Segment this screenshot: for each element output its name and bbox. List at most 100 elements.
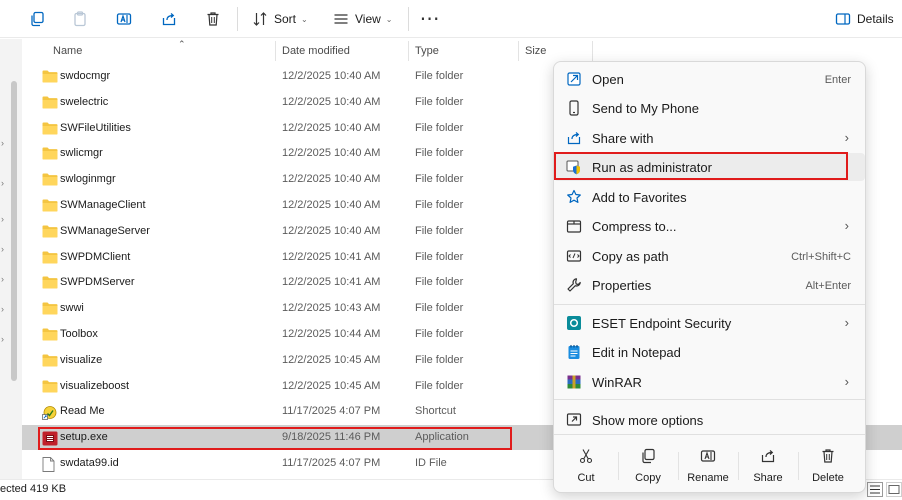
column-divider[interactable] xyxy=(592,41,593,61)
paste-icon[interactable] xyxy=(70,7,90,31)
column-size[interactable]: Size xyxy=(525,45,546,57)
notepad-icon xyxy=(566,344,582,360)
column-header: ⌃ Name Date modified Type Size xyxy=(22,39,902,63)
column-divider[interactable] xyxy=(275,41,276,61)
file-date: 12/2/2025 10:41 AM xyxy=(282,250,381,263)
share-with-icon xyxy=(566,130,582,146)
sort-ascending-icon: ⌃ xyxy=(178,39,186,49)
file-date: 11/17/2025 4:07 PM xyxy=(282,457,381,469)
column-divider[interactable] xyxy=(518,41,519,61)
tiles-view-icon[interactable] xyxy=(886,482,902,497)
file-type: File folder xyxy=(415,95,464,108)
chevron-right-icon: › xyxy=(844,130,849,145)
details-button[interactable]: Details xyxy=(835,7,895,31)
zip-icon xyxy=(566,218,582,234)
file-date: 12/2/2025 10:44 AM xyxy=(282,328,381,340)
folder-icon xyxy=(42,122,58,135)
file-type: File folder xyxy=(415,147,464,160)
file-name: swdata99.id xyxy=(60,457,119,469)
menu-separator xyxy=(554,304,865,305)
menu-item-label: Share with xyxy=(592,131,654,146)
menu-item-shortcut: Enter xyxy=(824,74,851,86)
folder-icon xyxy=(42,276,58,289)
chevron-down-icon: ⌄ xyxy=(301,14,308,24)
more-icon[interactable]: ⋯ xyxy=(418,7,442,31)
details-view-icon[interactable] xyxy=(867,482,883,497)
rename-button[interactable]: Rename xyxy=(678,442,738,490)
shortcut-icon xyxy=(42,405,58,421)
file-date: 12/2/2025 10:40 AM xyxy=(282,147,381,160)
delete-button[interactable]: Delete xyxy=(798,442,858,490)
menu-item-edit-in-notepad[interactable]: Edit in Notepad xyxy=(554,338,865,366)
eset-icon xyxy=(566,315,582,331)
menu-item-copy-as-path[interactable]: Copy as path Ctrl+Shift+C xyxy=(554,242,865,270)
share-icon[interactable] xyxy=(159,7,179,31)
menu-item-shortcut: Alt+Enter xyxy=(805,280,851,292)
chevron-right-icon[interactable]: › xyxy=(1,214,4,224)
menu-item-open[interactable]: Open Enter xyxy=(554,65,865,93)
more-options-icon xyxy=(566,412,582,428)
menu-item-label: Copy as path xyxy=(592,249,669,264)
nav-scrollbar[interactable] xyxy=(11,81,17,381)
menu-separator xyxy=(554,399,865,400)
file-name: swdocmgr xyxy=(60,70,111,82)
share-button[interactable]: Share xyxy=(738,442,798,490)
file-type: File folder xyxy=(415,302,464,315)
menu-item-compress-to[interactable]: Compress to... › xyxy=(554,212,865,240)
sort-button[interactable]: Sort ⌄ xyxy=(252,7,312,31)
file-type: File folder xyxy=(415,353,464,366)
file-name: visualizeboost xyxy=(60,379,130,392)
column-date[interactable]: Date modified xyxy=(282,45,350,57)
file-name: SWPDMServer xyxy=(60,276,135,289)
details-label: Details xyxy=(857,12,894,26)
copy-icon[interactable] xyxy=(27,7,47,31)
chevron-right-icon[interactable]: › xyxy=(1,304,4,314)
file-name: swlicmgr xyxy=(60,147,103,160)
column-type[interactable]: Type xyxy=(415,45,439,57)
status-text: ected 419 KB xyxy=(0,483,67,495)
menu-item-properties[interactable]: Properties Alt+Enter xyxy=(554,271,865,299)
file-type: File folder xyxy=(415,199,464,211)
chevron-right-icon[interactable]: › xyxy=(1,334,4,344)
quick-action-label: Share xyxy=(753,472,783,484)
menu-item-share-with[interactable]: Share with › xyxy=(554,124,865,152)
setup-highlight-box xyxy=(38,427,512,450)
file-type: File folder xyxy=(415,328,464,340)
rename-icon[interactable] xyxy=(114,7,134,31)
chevron-right-icon[interactable]: › xyxy=(1,178,4,188)
menu-item-label: Open xyxy=(592,72,624,87)
wrench-icon xyxy=(566,277,582,293)
file-type: File folder xyxy=(415,173,464,186)
menu-item-eset-endpoint-security[interactable]: ESET Endpoint Security › xyxy=(554,309,865,337)
chevron-right-icon[interactable]: › xyxy=(1,138,4,148)
menu-item-add-to-favorites[interactable]: Add to Favorites xyxy=(554,183,865,211)
menu-item-label: Properties xyxy=(592,278,652,293)
winrar-icon xyxy=(566,374,582,390)
file-name: swloginmgr xyxy=(60,173,116,186)
menu-item-label: Compress to... xyxy=(592,219,677,234)
file-icon xyxy=(42,457,58,472)
menu-item-winrar[interactable]: WinRAR › xyxy=(554,368,865,396)
file-name: Read Me xyxy=(60,405,105,418)
column-divider[interactable] xyxy=(408,41,409,61)
file-date: 12/2/2025 10:45 AM xyxy=(282,379,381,392)
file-date: 12/2/2025 10:43 AM xyxy=(282,302,381,315)
view-button[interactable]: View ⌄ xyxy=(333,7,399,31)
copy-button[interactable]: Copy xyxy=(618,442,678,490)
delete-icon[interactable] xyxy=(203,7,223,31)
file-date: 12/2/2025 10:40 AM xyxy=(282,121,381,134)
folder-icon xyxy=(42,96,58,109)
menu-item-label: Show more options xyxy=(592,413,704,428)
navigation-pane[interactable]: › › › › › › › xyxy=(0,39,22,479)
file-date: 12/2/2025 10:40 AM xyxy=(282,199,381,211)
chevron-right-icon[interactable]: › xyxy=(1,274,4,284)
column-name[interactable]: Name xyxy=(53,45,82,57)
view-label: View xyxy=(355,12,381,26)
file-type: ID File xyxy=(415,457,447,469)
menu-item-send-to-my-phone[interactable]: Send to My Phone xyxy=(554,94,865,122)
chevron-right-icon[interactable]: › xyxy=(1,244,4,254)
folder-icon xyxy=(42,354,58,367)
menu-item-show-more-options[interactable]: Show more options xyxy=(554,406,865,434)
file-name: SWFileUtilities xyxy=(60,121,131,134)
cut-button[interactable]: Cut xyxy=(556,442,616,490)
